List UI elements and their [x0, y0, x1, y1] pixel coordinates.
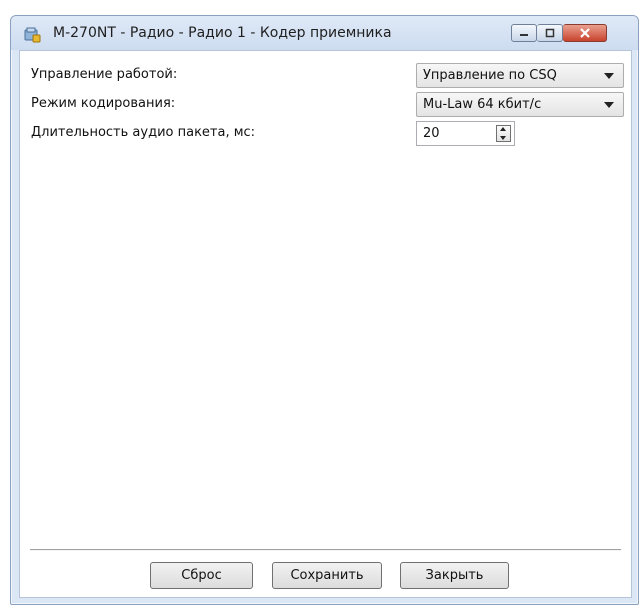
reset-button[interactable]: Сброс [150, 562, 253, 589]
operation-control-dropdown[interactable]: Управление по CSQ [416, 63, 624, 88]
arrow-up-icon [500, 127, 506, 131]
packet-duration-value: 20 [423, 126, 440, 141]
close-button[interactable]: Закрыть [400, 562, 509, 589]
title-bar[interactable]: M-270NT - Радио - Радио 1 - Кодер приемн… [11, 16, 638, 50]
chevron-down-icon [604, 102, 614, 108]
spinner-down-button[interactable] [497, 134, 510, 141]
label-packet-duration: Длительность аудио пакета, мс: [31, 125, 256, 140]
close-window-button[interactable] [563, 24, 607, 42]
app-icon [23, 25, 41, 43]
spinner-up-button[interactable] [497, 126, 510, 133]
encoding-mode-dropdown[interactable]: Mu-Law 64 кбит/с [416, 92, 624, 117]
footer-divider [30, 549, 621, 551]
minimize-button[interactable] [511, 24, 537, 42]
label-encoding-mode: Режим кодирования: [31, 96, 176, 111]
window-title: M-270NT - Радио - Радио 1 - Кодер приемн… [53, 25, 392, 41]
encoding-mode-value: Mu-Law 64 кбит/с [423, 97, 542, 112]
spinner-buttons [496, 125, 511, 142]
packet-duration-spinner[interactable]: 20 [416, 121, 515, 146]
minimize-icon [512, 25, 536, 41]
operation-control-value: Управление по CSQ [423, 68, 557, 83]
label-operation-control: Управление работой: [31, 67, 178, 82]
maximize-icon [537, 25, 562, 41]
close-icon [563, 25, 606, 41]
dialog-window: M-270NT - Радио - Радио 1 - Кодер приемн… [10, 15, 639, 605]
chevron-down-icon [604, 73, 614, 79]
arrow-down-icon [500, 136, 506, 140]
save-button[interactable]: Сохранить [272, 562, 382, 589]
dialog-content: Управление работой: Управление по CSQ Ре… [19, 50, 632, 598]
maximize-button[interactable] [537, 24, 563, 42]
